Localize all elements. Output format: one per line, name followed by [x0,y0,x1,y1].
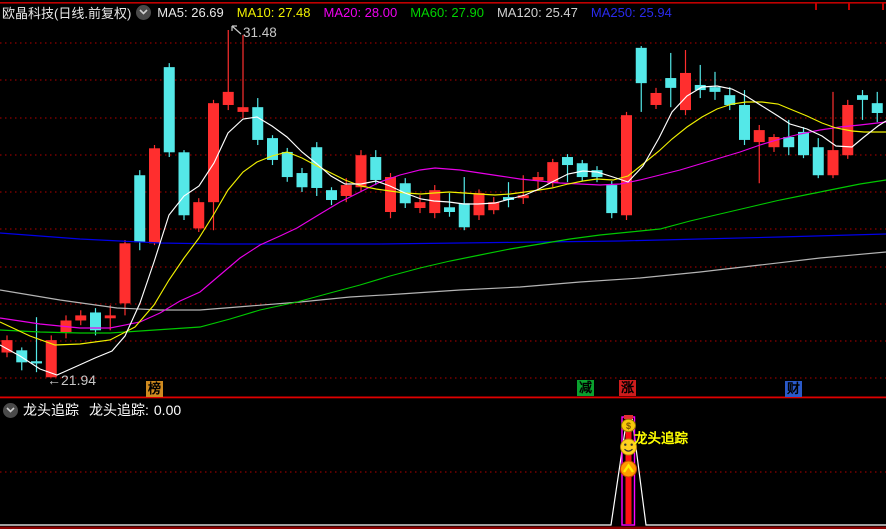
candle-body [783,137,795,148]
low-price-label: ←21.94 [47,372,96,388]
ma-line-ma20 [0,121,886,329]
indicator-name[interactable]: 龙头追踪 [23,400,79,420]
candle-body [134,175,146,243]
candle-body [621,115,632,216]
ma-line-ma250 [0,232,886,245]
candle-body [16,350,28,363]
candle-body [267,138,278,160]
candle-body [119,243,131,304]
indicator-line [0,416,886,526]
candle-body [753,130,765,143]
candle-body [296,173,308,188]
candle-body [178,152,190,216]
candle-body [193,202,205,229]
candle-body [149,148,160,244]
candle-body [635,47,647,84]
candle-body [739,104,750,140]
candle-body [665,78,677,88]
candle-body [75,315,87,321]
candle-body [385,177,396,212]
candle-body [562,157,573,166]
candle-body [444,207,455,212]
ma-legend: MA5: 26.69 MA10: 27.48 MA20: 28.00 MA60: 27… [157,5,685,20]
candle-body [355,155,367,188]
candle-body [576,163,588,178]
watermark-char: 榜 [146,381,163,397]
signal-text-label: 龙头追踪 [633,430,688,446]
dollar-sign-icon: $ [626,421,631,431]
candle-body [222,91,234,105]
axis-tick [815,2,817,10]
candle-body [163,67,175,153]
candle-body [326,190,337,200]
candlestick-chart[interactable]: 31.48←21.94$龙头追踪 [0,0,886,529]
ma-label-2[interactable]: MA20: 28.00 [324,5,398,20]
chevron-down-icon[interactable] [136,4,152,20]
ma-label-1[interactable]: MA10: 27.48 [237,5,311,20]
candle-body [208,103,219,203]
ma-label-4[interactable]: MA120: 25.47 [497,5,578,20]
ma-line-ma60 [0,179,886,334]
candle-body [458,203,470,228]
chevron-down-icon[interactable] [3,402,18,418]
smiley-eye [630,443,633,446]
candle-body [798,131,809,156]
candle-body [857,95,868,100]
ma-label-3[interactable]: MA60: 27.90 [410,5,484,20]
candle-body [827,150,839,176]
watermark-char: 财 [785,381,802,397]
stock-title: 欧晶科技(日线.前复权) [2,5,132,21]
ma-label-0[interactable]: MA5: 26.69 [157,5,224,20]
candle-body [370,157,382,180]
candle-body [414,202,426,208]
indicator-value: 0.00 [153,402,182,418]
candle-body [104,315,116,319]
candle-body [606,185,618,214]
chart-header: 欧晶科技(日线.前复权) MA5: 26.69 MA10: 27.48 MA20: … [2,3,685,21]
panel-separator [0,396,886,399]
axis-tick [848,2,850,10]
indicator-header: 龙头追踪 龙头追踪: 0.00 [3,400,181,420]
ma-line-ma120 [0,251,886,311]
candle-body [340,185,352,196]
ma-label-5[interactable]: MA250: 25.94 [591,5,672,20]
candle-body [31,361,42,364]
high-arrow-icon [231,25,242,35]
candle-body [252,107,264,140]
indicator-value-label: 龙头追踪: [89,402,149,418]
candle-body [871,103,883,113]
watermark-char: 涨 [619,380,636,396]
money-bag-icon [624,415,633,419]
stock-app-window: 31.48 ←21.94 $ 龙头追踪 欧晶科技(日线.前复权) MA5: 26.69… [0,0,886,529]
candle-body [281,151,293,178]
axis-tick [882,2,884,10]
smiley-eye [624,443,627,446]
candle-body [237,107,249,112]
candle-body [650,92,662,105]
candle-body [680,72,691,111]
candle-body [709,87,721,92]
watermark-char: 减 [577,380,594,396]
high-price-label: 31.48 [243,25,277,40]
candle-body [812,147,824,176]
